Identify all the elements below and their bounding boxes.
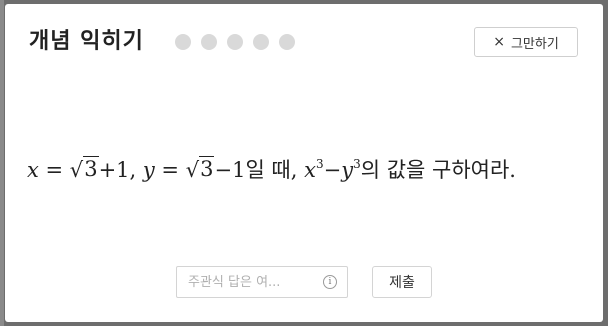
progress-dot-5 xyxy=(279,34,295,50)
answer-field[interactable]: i xyxy=(176,266,348,298)
exponent: 3 xyxy=(315,157,324,171)
equals-sign: = xyxy=(38,158,70,182)
radicand: 3 xyxy=(199,156,215,181)
progress-dots xyxy=(175,34,295,50)
plus-one: +1, xyxy=(98,158,143,182)
problem-statement: x = √ 3 +1, y = √ 3 −1일 때, x3−y3의 값을 구하여라. xyxy=(27,144,516,190)
modal-title: 개념 익히기 xyxy=(29,29,144,54)
quit-button-label: 그만하기 xyxy=(510,36,559,52)
var-x: x xyxy=(27,158,39,182)
progress-dot-3 xyxy=(227,34,243,50)
var-x: x xyxy=(304,158,316,182)
minus-one: −1 xyxy=(214,158,246,182)
close-icon: × xyxy=(493,34,505,50)
question-text: 의 값을 구하여라. xyxy=(360,158,516,182)
sqrt-3: √ 3 xyxy=(70,150,99,190)
condition-text: 일 때, xyxy=(245,158,305,182)
progress-dot-2 xyxy=(201,34,217,50)
submit-button[interactable]: 제출 xyxy=(372,266,432,298)
root-symbol: √ xyxy=(69,158,84,182)
var-y: y xyxy=(142,158,155,182)
info-icon[interactable]: i xyxy=(323,275,337,289)
equals-sign: = xyxy=(154,158,186,182)
radicand: 3 xyxy=(83,156,99,181)
background-page-edge xyxy=(0,0,4,326)
var-y: y xyxy=(341,158,354,182)
sqrt-3: √ 3 xyxy=(186,150,215,190)
quit-button[interactable]: × 그만하기 xyxy=(474,27,578,57)
root-symbol: √ xyxy=(185,158,200,182)
minus-sign: − xyxy=(323,158,342,182)
exponent: 3 xyxy=(353,157,361,171)
progress-dot-4 xyxy=(253,34,269,50)
progress-dot-1 xyxy=(175,34,191,50)
concept-practice-modal: 개념 익히기 × 그만하기 x = √ 3 +1, y = √ 3 −1일 때, x3−… xyxy=(5,4,603,322)
answer-input[interactable] xyxy=(177,267,328,297)
